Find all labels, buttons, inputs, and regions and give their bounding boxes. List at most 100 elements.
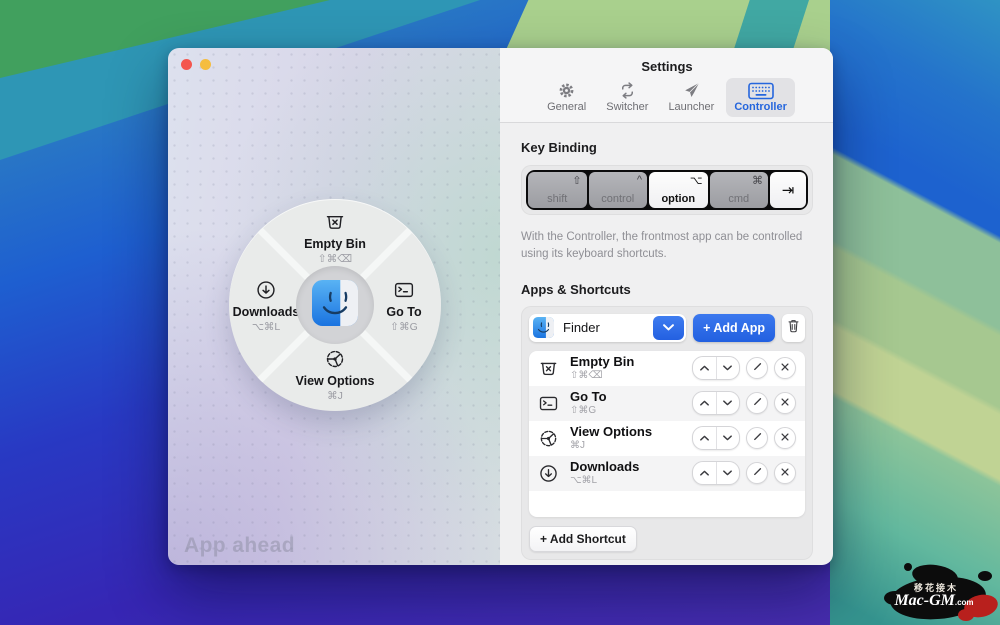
app-window: Empty Bin ⇧⌘⌫ Go To ⇧⌘G View Options ⌘J	[168, 48, 833, 565]
settings-title: Settings	[500, 48, 833, 74]
selected-app-name: Finder	[563, 320, 600, 335]
download-circle-icon	[229, 279, 303, 303]
radial-center	[296, 266, 374, 344]
chevron-down-icon	[662, 319, 675, 337]
apps-shortcuts-panel: Finder + Add App	[521, 306, 813, 560]
reorder-control	[692, 356, 740, 380]
add-shortcut-button[interactable]: + Add Shortcut	[529, 526, 637, 552]
reorder-control	[692, 461, 740, 485]
tab-label: Controller	[734, 101, 787, 113]
tab-label: Switcher	[606, 101, 648, 113]
pencil-icon	[752, 429, 763, 447]
move-up-button[interactable]	[693, 462, 717, 484]
move-up-button[interactable]	[693, 357, 717, 379]
remove-shortcut-button[interactable]	[774, 392, 796, 414]
shortcut-row-empty-bin: Empty Bin ⇧⌘⌫	[529, 351, 805, 386]
tab-controller[interactable]: Controller	[726, 78, 795, 117]
key-option[interactable]: ⌥ option	[649, 172, 708, 208]
option-symbol: ⌥	[690, 174, 703, 187]
empty-bin-icon	[229, 211, 441, 235]
tab-general[interactable]: General	[539, 78, 594, 117]
shortcut-row-downloads: Downloads ⌥⌘L	[529, 456, 805, 491]
pencil-icon	[752, 464, 763, 482]
terminal-icon	[367, 279, 441, 303]
radial-item-view-options[interactable]: View Options ⌘J	[229, 348, 441, 402]
radial-item-empty-bin[interactable]: Empty Bin ⇧⌘⌫	[229, 211, 441, 265]
shortcut-label: Downloads	[570, 460, 639, 474]
key-binding-bar: ⇧ shift ^ control ⌥ option ⌘ cmd	[521, 165, 813, 215]
control-symbol: ^	[637, 174, 642, 186]
app-dropdown[interactable]: Finder	[529, 314, 686, 342]
shortcut-label: Empty Bin	[570, 355, 634, 369]
remove-shortcut-button[interactable]	[774, 357, 796, 379]
paper-plane-icon	[682, 81, 701, 100]
switcher-loop-icon	[618, 81, 637, 100]
radial-item-go-to[interactable]: Go To ⇧⌘G	[367, 279, 441, 333]
tab-label: Launcher	[668, 101, 714, 113]
move-down-button[interactable]	[717, 392, 740, 414]
close-button[interactable]	[181, 59, 192, 70]
app-selector-row: Finder + Add App	[529, 314, 805, 342]
key-control[interactable]: ^ control	[589, 172, 648, 208]
preview-pane: Empty Bin ⇧⌘⌫ Go To ⇧⌘G View Options ⌘J	[168, 48, 500, 565]
radial-item-shortcut: ⌘J	[229, 390, 441, 402]
finder-icon	[533, 317, 554, 338]
pencil-icon	[752, 359, 763, 377]
wallpaper-band	[830, 0, 1000, 625]
key-tab[interactable]: ⇥	[770, 172, 806, 208]
edit-shortcut-button[interactable]	[746, 392, 768, 414]
trash-icon	[787, 318, 800, 338]
settings-tabs: General Switcher Launcher	[500, 78, 833, 117]
shortcut-label: Go To	[570, 390, 607, 404]
reorder-control	[692, 426, 740, 450]
shortcut-keys: ⌥⌘L	[570, 475, 639, 487]
tab-launcher[interactable]: Launcher	[660, 78, 722, 117]
site-watermark: 移花接木 Mac-GM.com	[882, 561, 1000, 625]
key-shift[interactable]: ⇧ shift	[528, 172, 587, 208]
tab-switcher[interactable]: Switcher	[598, 78, 656, 117]
empty-bin-icon	[538, 358, 559, 379]
key-binding-keys: ⇧ shift ^ control ⌥ option ⌘ cmd	[526, 170, 808, 210]
move-down-button[interactable]	[717, 462, 740, 484]
move-down-button[interactable]	[717, 427, 740, 449]
edit-shortcut-button[interactable]	[746, 462, 768, 484]
remove-shortcut-button[interactable]	[774, 462, 796, 484]
radial-item-label: Empty Bin	[229, 237, 441, 251]
minimize-button[interactable]	[200, 59, 211, 70]
radial-menu: Empty Bin ⇧⌘⌫ Go To ⇧⌘G View Options ⌘J	[229, 199, 441, 411]
remove-shortcut-button[interactable]	[774, 427, 796, 449]
move-down-button[interactable]	[717, 357, 740, 379]
edit-shortcut-button[interactable]	[746, 427, 768, 449]
radial-item-label: Go To	[367, 305, 441, 319]
radial-item-shortcut: ⇧⌘⌫	[229, 253, 441, 265]
delete-app-button[interactable]	[782, 314, 805, 342]
view-options-icon	[229, 348, 441, 372]
shift-symbol: ⇧	[572, 174, 581, 187]
add-app-button[interactable]: + Add App	[693, 314, 775, 342]
keyboard-icon	[748, 81, 774, 100]
app-name-watermark: App ahead	[184, 534, 295, 558]
apps-shortcuts-title: Apps & Shortcuts	[521, 282, 813, 297]
move-up-button[interactable]	[693, 392, 717, 414]
move-up-button[interactable]	[693, 427, 717, 449]
tab-symbol: ⇥	[782, 181, 795, 199]
view-options-icon	[538, 428, 559, 449]
close-icon	[780, 464, 790, 482]
key-cmd[interactable]: ⌘ cmd	[710, 172, 769, 208]
pencil-icon	[752, 394, 763, 412]
edit-shortcut-button[interactable]	[746, 357, 768, 379]
gear-icon	[557, 81, 576, 100]
settings-content: Key Binding ⇧ shift ^ control ⌥ option	[500, 123, 833, 560]
download-circle-icon	[538, 463, 559, 484]
shortcut-row-go-to: Go To ⇧⌘G	[529, 386, 805, 421]
settings-pane: Settings General Switcher	[500, 48, 833, 565]
close-icon	[780, 359, 790, 377]
dropdown-button[interactable]	[653, 316, 684, 340]
radial-item-shortcut: ⌥⌘L	[229, 321, 303, 333]
radial-item-downloads[interactable]: Downloads ⌥⌘L	[229, 279, 303, 333]
radial-item-label: Downloads	[229, 305, 303, 319]
finder-icon	[312, 280, 358, 331]
shortcut-keys: ⌘J	[570, 440, 652, 452]
key-binding-title: Key Binding	[521, 140, 813, 155]
reorder-control	[692, 391, 740, 415]
